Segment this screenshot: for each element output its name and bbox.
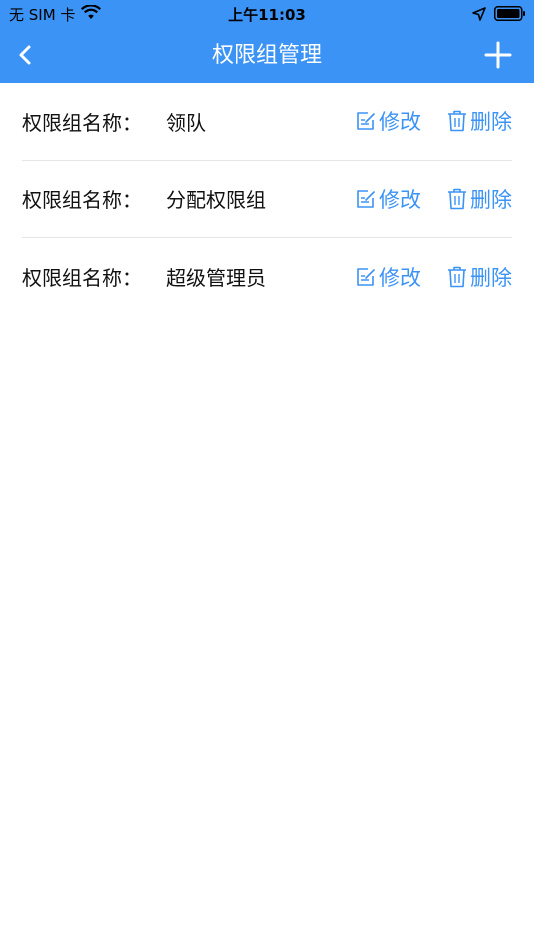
group-list: 权限组名称： 领队 修改 删除 权限组名称： 分配权限组 修改 删除 权限组名称… [22, 83, 512, 316]
edit-icon [357, 267, 375, 286]
trash-icon [448, 188, 466, 210]
group-name-label: 权限组名称： [22, 110, 142, 135]
trash-icon [448, 266, 466, 288]
edit-button[interactable]: 修改 [356, 184, 421, 214]
delete-label: 删除 [470, 265, 512, 290]
status-bar: 无 SIM 卡 上午11:03 [0, 0, 534, 28]
group-name-label: 权限组名称： [22, 188, 142, 213]
list-item: 权限组名称： 分配权限组 修改 删除 [22, 161, 512, 238]
screen: 无 SIM 卡 上午11:03 权限组管理 权限组名称： 领队 修改 删除 权限… [0, 0, 534, 950]
plus-icon [484, 41, 512, 69]
delete-label: 删除 [470, 187, 512, 212]
edit-icon [357, 112, 375, 131]
edit-button[interactable]: 修改 [356, 106, 421, 136]
group-name-value: 超级管理员 [166, 266, 266, 291]
trash-icon [448, 110, 466, 132]
add-group-button[interactable] [482, 39, 514, 71]
battery-icon [494, 6, 526, 25]
list-item: 权限组名称： 超级管理员 修改 删除 [22, 238, 512, 316]
edit-icon [357, 189, 375, 208]
edit-label: 修改 [379, 187, 421, 212]
edit-button[interactable]: 修改 [356, 262, 421, 292]
status-right [472, 6, 526, 25]
nav-bar: 权限组管理 [0, 28, 534, 83]
group-name-value: 领队 [166, 110, 206, 135]
edit-label: 修改 [379, 110, 421, 135]
edit-label: 修改 [379, 265, 421, 290]
delete-button[interactable]: 删除 [447, 262, 512, 292]
delete-button[interactable]: 删除 [447, 184, 512, 214]
page-title: 权限组管理 [211, 43, 322, 68]
group-name-value: 分配权限组 [166, 188, 266, 213]
delete-label: 删除 [470, 110, 512, 135]
location-arrow-icon [472, 6, 486, 25]
delete-button[interactable]: 删除 [447, 106, 512, 136]
status-time: 上午11:03 [228, 6, 306, 24]
list-item: 权限组名称： 领队 修改 删除 [22, 83, 512, 161]
group-name-label: 权限组名称： [22, 266, 142, 291]
